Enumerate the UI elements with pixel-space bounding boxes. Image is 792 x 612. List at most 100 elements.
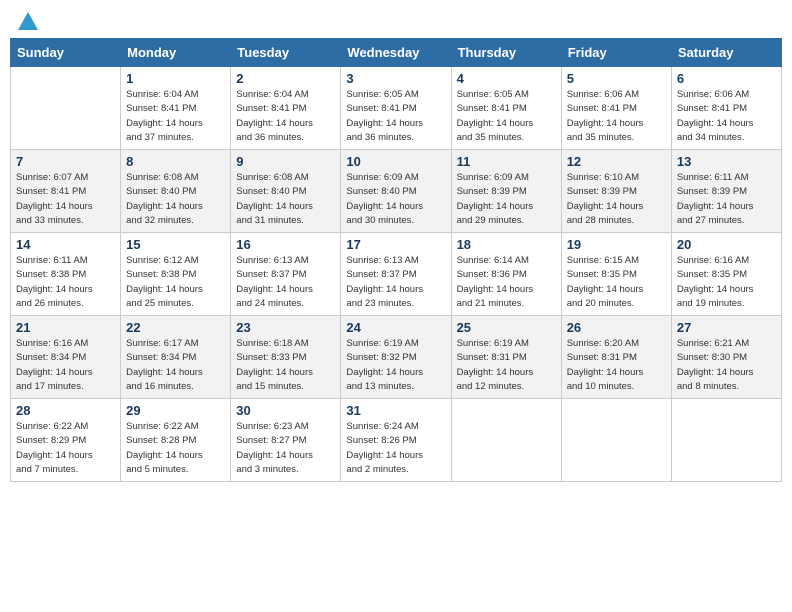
calendar-week-row: 28 Sunrise: 6:22 AMSunset: 8:29 PMDayligh… xyxy=(11,399,782,482)
calendar-day-cell: 11 Sunrise: 6:09 AMSunset: 8:39 PMDayligh… xyxy=(451,150,561,233)
day-number: 9 xyxy=(236,154,335,169)
calendar-day-cell: 29 Sunrise: 6:22 AMSunset: 8:28 PMDayligh… xyxy=(121,399,231,482)
day-number: 26 xyxy=(567,320,666,335)
day-info: Sunrise: 6:09 AMSunset: 8:39 PMDaylight:… xyxy=(457,171,556,228)
day-number: 2 xyxy=(236,71,335,86)
calendar-day-cell: 3 Sunrise: 6:05 AMSunset: 8:41 PMDaylight… xyxy=(341,67,451,150)
day-info: Sunrise: 6:19 AMSunset: 8:32 PMDaylight:… xyxy=(346,337,445,394)
day-number: 23 xyxy=(236,320,335,335)
day-info: Sunrise: 6:11 AMSunset: 8:39 PMDaylight:… xyxy=(677,171,776,228)
day-number: 10 xyxy=(346,154,445,169)
day-number: 13 xyxy=(677,154,776,169)
calendar-day-cell: 26 Sunrise: 6:20 AMSunset: 8:31 PMDayligh… xyxy=(561,316,671,399)
day-info: Sunrise: 6:06 AMSunset: 8:41 PMDaylight:… xyxy=(677,88,776,145)
day-number: 7 xyxy=(16,154,115,169)
day-info: Sunrise: 6:07 AMSunset: 8:41 PMDaylight:… xyxy=(16,171,115,228)
calendar-day-cell: 28 Sunrise: 6:22 AMSunset: 8:29 PMDayligh… xyxy=(11,399,121,482)
calendar-day-cell: 15 Sunrise: 6:12 AMSunset: 8:38 PMDayligh… xyxy=(121,233,231,316)
day-number: 20 xyxy=(677,237,776,252)
day-info: Sunrise: 6:24 AMSunset: 8:26 PMDaylight:… xyxy=(346,420,445,477)
calendar-day-cell: 18Sunrise: 6:14 AMSunset: 8:36 PMDayligh… xyxy=(451,233,561,316)
day-number: 30 xyxy=(236,403,335,418)
calendar-day-cell: 7 Sunrise: 6:07 AMSunset: 8:41 PMDaylight… xyxy=(11,150,121,233)
day-number: 1 xyxy=(126,71,225,86)
day-number: 15 xyxy=(126,237,225,252)
day-number: 17 xyxy=(346,237,445,252)
calendar-day-cell: 1 Sunrise: 6:04 AMSunset: 8:41 PMDaylight… xyxy=(121,67,231,150)
calendar-day-cell: 20 Sunrise: 6:16 AMSunset: 8:35 PMDayligh… xyxy=(671,233,781,316)
calendar-day-cell: 19 Sunrise: 6:15 AMSunset: 8:35 PMDayligh… xyxy=(561,233,671,316)
day-info: Sunrise: 6:19 AMSunset: 8:31 PMDaylight:… xyxy=(457,337,556,394)
day-info: Sunrise: 6:06 AMSunset: 8:41 PMDaylight:… xyxy=(567,88,666,145)
day-info: Sunrise: 6:18 AMSunset: 8:33 PMDaylight:… xyxy=(236,337,335,394)
day-number: 29 xyxy=(126,403,225,418)
day-info: Sunrise: 6:13 AMSunset: 8:37 PMDaylight:… xyxy=(346,254,445,311)
day-info: Sunrise: 6:11 AMSunset: 8:38 PMDaylight:… xyxy=(16,254,115,311)
calendar-day-cell: 13 Sunrise: 6:11 AMSunset: 8:39 PMDayligh… xyxy=(671,150,781,233)
calendar-day-cell xyxy=(11,67,121,150)
calendar-day-cell: 30Sunrise: 6:23 AMSunset: 8:27 PMDayligh… xyxy=(231,399,341,482)
day-of-week-header: Monday xyxy=(121,39,231,67)
calendar-day-cell: 22 Sunrise: 6:17 AMSunset: 8:34 PMDayligh… xyxy=(121,316,231,399)
day-info: Sunrise: 6:20 AMSunset: 8:31 PMDaylight:… xyxy=(567,337,666,394)
day-number: 19 xyxy=(567,237,666,252)
calendar-day-cell: 21 Sunrise: 6:16 AMSunset: 8:34 PMDayligh… xyxy=(11,316,121,399)
calendar-table: SundayMondayTuesdayWednesdayThursdayFrid… xyxy=(10,38,782,482)
calendar-day-cell: 16 Sunrise: 6:13 AMSunset: 8:37 PMDayligh… xyxy=(231,233,341,316)
calendar-week-row: 1 Sunrise: 6:04 AMSunset: 8:41 PMDaylight… xyxy=(11,67,782,150)
day-number: 8 xyxy=(126,154,225,169)
day-info: Sunrise: 6:15 AMSunset: 8:35 PMDaylight:… xyxy=(567,254,666,311)
day-number: 21 xyxy=(16,320,115,335)
calendar-day-cell: 17 Sunrise: 6:13 AMSunset: 8:37 PMDayligh… xyxy=(341,233,451,316)
day-of-week-header: Thursday xyxy=(451,39,561,67)
calendar-day-cell: 2 Sunrise: 6:04 AMSunset: 8:41 PMDaylight… xyxy=(231,67,341,150)
day-info: Sunrise: 6:08 AMSunset: 8:40 PMDaylight:… xyxy=(126,171,225,228)
day-of-week-header: Sunday xyxy=(11,39,121,67)
day-info: Sunrise: 6:21 AMSunset: 8:30 PMDaylight:… xyxy=(677,337,776,394)
day-info: Sunrise: 6:04 AMSunset: 8:41 PMDaylight:… xyxy=(236,88,335,145)
day-info: Sunrise: 6:22 AMSunset: 8:28 PMDaylight:… xyxy=(126,420,225,477)
calendar-day-cell: 5Sunrise: 6:06 AMSunset: 8:41 PMDaylight… xyxy=(561,67,671,150)
day-info: Sunrise: 6:04 AMSunset: 8:41 PMDaylight:… xyxy=(126,88,225,145)
logo xyxy=(14,10,38,30)
calendar-header-row: SundayMondayTuesdayWednesdayThursdayFrid… xyxy=(11,39,782,67)
day-number: 27 xyxy=(677,320,776,335)
day-info: Sunrise: 6:16 AMSunset: 8:35 PMDaylight:… xyxy=(677,254,776,311)
day-info: Sunrise: 6:12 AMSunset: 8:38 PMDaylight:… xyxy=(126,254,225,311)
day-number: 22 xyxy=(126,320,225,335)
calendar-day-cell xyxy=(451,399,561,482)
day-of-week-header: Saturday xyxy=(671,39,781,67)
day-number: 25 xyxy=(457,320,556,335)
day-info: Sunrise: 6:22 AMSunset: 8:29 PMDaylight:… xyxy=(16,420,115,477)
day-number: 16 xyxy=(236,237,335,252)
day-of-week-header: Tuesday xyxy=(231,39,341,67)
day-number: 31 xyxy=(346,403,445,418)
day-number: 3 xyxy=(346,71,445,86)
calendar-day-cell xyxy=(561,399,671,482)
day-info: Sunrise: 6:05 AMSunset: 8:41 PMDaylight:… xyxy=(457,88,556,145)
calendar-week-row: 14Sunrise: 6:11 AMSunset: 8:38 PMDayligh… xyxy=(11,233,782,316)
logo-triangle-icon xyxy=(18,12,38,30)
day-info: Sunrise: 6:05 AMSunset: 8:41 PMDaylight:… xyxy=(346,88,445,145)
page-header xyxy=(10,10,782,30)
calendar-week-row: 21 Sunrise: 6:16 AMSunset: 8:34 PMDayligh… xyxy=(11,316,782,399)
day-info: Sunrise: 6:16 AMSunset: 8:34 PMDaylight:… xyxy=(16,337,115,394)
day-number: 6 xyxy=(677,71,776,86)
day-number: 12 xyxy=(567,154,666,169)
day-number: 28 xyxy=(16,403,115,418)
day-info: Sunrise: 6:10 AMSunset: 8:39 PMDaylight:… xyxy=(567,171,666,228)
calendar-day-cell: 31 Sunrise: 6:24 AMSunset: 8:26 PMDayligh… xyxy=(341,399,451,482)
day-number: 11 xyxy=(457,154,556,169)
day-info: Sunrise: 6:17 AMSunset: 8:34 PMDaylight:… xyxy=(126,337,225,394)
day-of-week-header: Friday xyxy=(561,39,671,67)
day-number: 18 xyxy=(457,237,556,252)
calendar-day-cell: 25 Sunrise: 6:19 AMSunset: 8:31 PMDayligh… xyxy=(451,316,561,399)
calendar-day-cell: 8 Sunrise: 6:08 AMSunset: 8:40 PMDaylight… xyxy=(121,150,231,233)
day-info: Sunrise: 6:13 AMSunset: 8:37 PMDaylight:… xyxy=(236,254,335,311)
calendar-week-row: 7 Sunrise: 6:07 AMSunset: 8:41 PMDaylight… xyxy=(11,150,782,233)
calendar-day-cell xyxy=(671,399,781,482)
calendar-day-cell: 24Sunrise: 6:19 AMSunset: 8:32 PMDayligh… xyxy=(341,316,451,399)
calendar-day-cell: 6 Sunrise: 6:06 AMSunset: 8:41 PMDaylight… xyxy=(671,67,781,150)
calendar-day-cell: 9Sunrise: 6:08 AMSunset: 8:40 PMDaylight… xyxy=(231,150,341,233)
calendar-day-cell: 10Sunrise: 6:09 AMSunset: 8:40 PMDayligh… xyxy=(341,150,451,233)
